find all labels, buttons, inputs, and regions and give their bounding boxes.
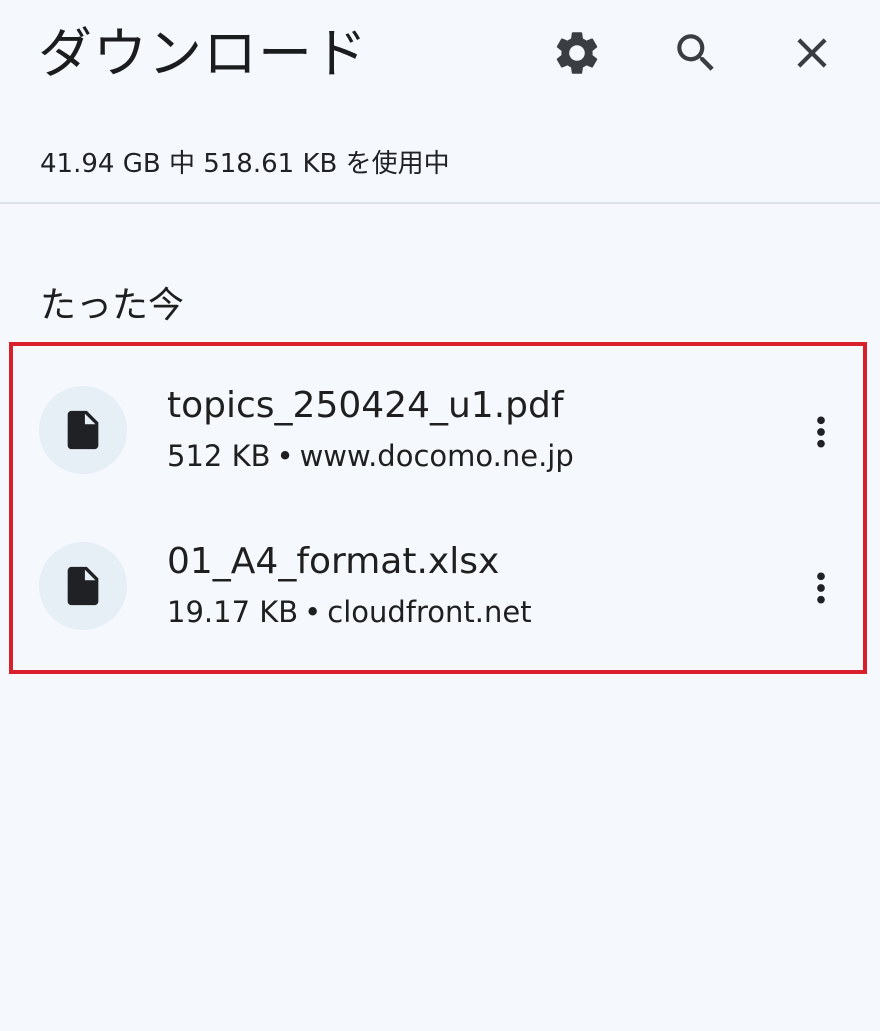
file-icon <box>67 410 99 450</box>
top-app-bar: ダウンロード <box>0 0 880 110</box>
more-vert-icon <box>817 416 825 448</box>
file-icon-avatar <box>39 386 127 474</box>
storage-usage-text: 41.94 GB 中 518.61 KB を使用中 <box>40 149 450 179</box>
close-icon <box>797 38 827 68</box>
file-icon <box>67 566 99 606</box>
file-source: www.docomo.ne.jp <box>299 439 574 473</box>
divider <box>0 202 880 204</box>
file-meta: 19.17 KB • cloudfront.net <box>167 592 532 632</box>
meta-separator: • <box>276 439 294 473</box>
file-meta: 512 KB • www.docomo.ne.jp <box>167 436 574 476</box>
file-source: cloudfront.net <box>327 595 532 629</box>
more-options-button[interactable] <box>792 400 850 464</box>
meta-separator: • <box>304 595 322 629</box>
more-vert-icon <box>817 572 825 604</box>
file-name: 01_A4_format.xlsx <box>167 541 500 582</box>
search-button[interactable] <box>660 17 732 89</box>
file-icon-avatar <box>39 542 127 630</box>
more-options-button[interactable] <box>792 556 850 620</box>
download-item[interactable]: topics_250424_u1.pdf 512 KB • www.docomo.n… <box>0 356 880 506</box>
search-icon <box>677 34 714 71</box>
gear-icon <box>556 32 598 74</box>
file-size: 512 KB <box>167 439 271 473</box>
section-header-just-now: たった今 <box>40 285 185 326</box>
settings-button[interactable] <box>541 17 613 89</box>
file-name: topics_250424_u1.pdf <box>167 385 564 426</box>
file-size: 19.17 KB <box>167 595 299 629</box>
download-item[interactable]: 01_A4_format.xlsx 19.17 KB • cloudfront.ne… <box>0 512 880 662</box>
close-button[interactable] <box>776 17 848 89</box>
page-title: ダウンロード <box>38 22 368 85</box>
